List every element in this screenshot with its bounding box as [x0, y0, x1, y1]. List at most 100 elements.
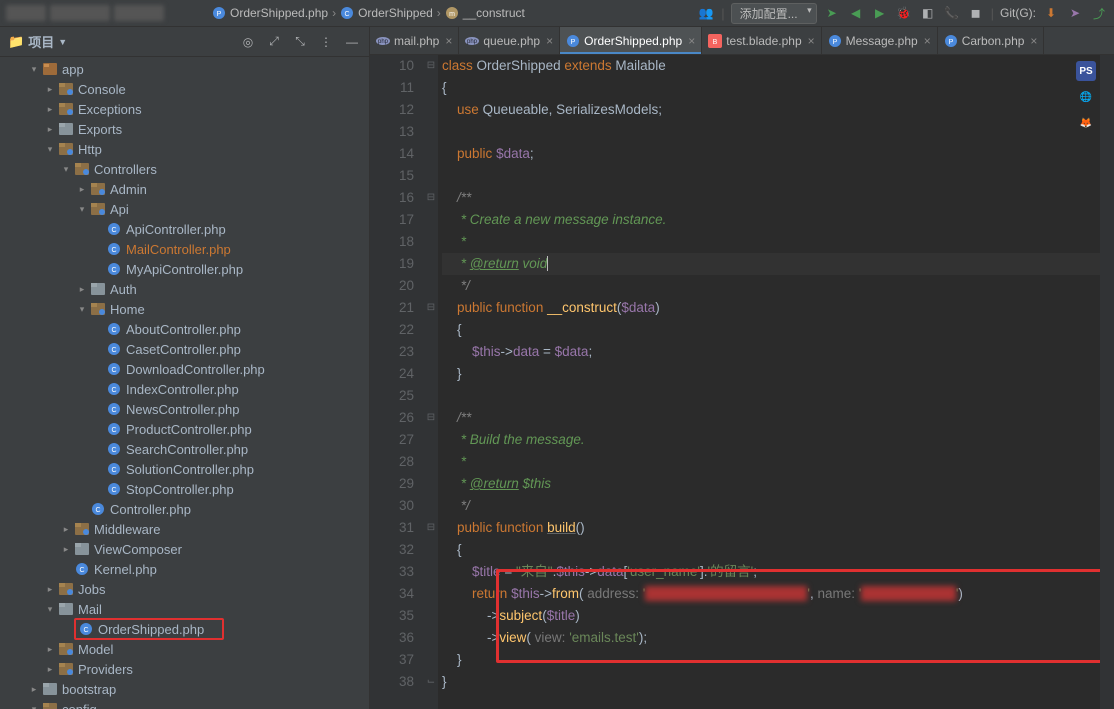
line-number[interactable]: 20	[370, 275, 414, 297]
sidebar-title[interactable]: 项目	[28, 32, 54, 51]
code-line[interactable]: class OrderShipped extends Mailable	[442, 55, 1114, 77]
tree-node[interactable]: ▾Mail	[0, 599, 369, 619]
code-line[interactable]: * Create a new message instance.	[442, 209, 1114, 231]
minimize-icon[interactable]: —	[343, 33, 361, 51]
code-line[interactable]: public function __construct($data)	[442, 297, 1114, 319]
breadcrumb-file[interactable]: OrderShipped.php	[230, 6, 328, 20]
tree-node[interactable]: CIndexController.php	[0, 379, 369, 399]
code-line[interactable]: * @return void	[442, 253, 1114, 275]
close-icon[interactable]: ×	[924, 34, 931, 48]
chevron-right-icon[interactable]: ▸	[42, 644, 58, 655]
code-line[interactable]: */	[442, 275, 1114, 297]
tree-node[interactable]: CController.php	[0, 499, 369, 519]
fold-mark[interactable]	[424, 583, 438, 605]
fold-mark[interactable]	[424, 561, 438, 583]
tree-node[interactable]: CStopController.php	[0, 479, 369, 499]
chevron-right-icon[interactable]: ▸	[74, 284, 90, 295]
chrome-icon[interactable]: 🌐	[1076, 87, 1096, 107]
git-label[interactable]: Git(G):	[1000, 6, 1036, 20]
chevron-right-icon[interactable]: ▸	[42, 104, 58, 115]
code-line[interactable]	[442, 385, 1114, 407]
code-area[interactable]: class OrderShipped extends Mailable{ use…	[438, 55, 1114, 709]
fold-mark[interactable]	[424, 649, 438, 671]
code-line[interactable]: {	[442, 77, 1114, 99]
tree-node[interactable]: CSearchController.php	[0, 439, 369, 459]
editor-body[interactable]: 1011121314151617181920212223242526272829…	[370, 55, 1114, 709]
code-line[interactable]: }	[442, 363, 1114, 385]
line-number[interactable]: 19	[370, 253, 414, 275]
tree-node[interactable]: ▸ViewComposer	[0, 539, 369, 559]
line-number[interactable]: 29	[370, 473, 414, 495]
line-number[interactable]: 27	[370, 429, 414, 451]
code-line[interactable]: */	[442, 495, 1114, 517]
fold-mark[interactable]	[424, 605, 438, 627]
fold-mark[interactable]	[424, 143, 438, 165]
close-icon[interactable]: ×	[546, 34, 553, 48]
fold-mark[interactable]	[424, 275, 438, 297]
code-line[interactable]: *	[442, 451, 1114, 473]
highlighted-file[interactable]: COrderShipped.php	[74, 618, 224, 640]
line-number[interactable]: 37	[370, 649, 414, 671]
tree-node[interactable]: ▾Home	[0, 299, 369, 319]
code-line[interactable]: {	[442, 539, 1114, 561]
tree-node[interactable]: CDownloadController.php	[0, 359, 369, 379]
git-push-icon[interactable]: ⤴	[1090, 4, 1108, 22]
git-update-icon[interactable]: ⬇	[1042, 4, 1060, 22]
firefox-icon[interactable]: 🦊	[1076, 113, 1096, 133]
line-number[interactable]: 17	[370, 209, 414, 231]
code-line[interactable]: use Queueable, SerializesModels;	[442, 99, 1114, 121]
line-number[interactable]: 31	[370, 517, 414, 539]
chevron-down-icon[interactable]: ▾	[26, 64, 42, 75]
chevron-down-icon[interactable]: ▼	[58, 37, 67, 47]
code-line[interactable]: ->view( view: 'emails.test');	[442, 627, 1114, 649]
fold-mark[interactable]: ⊟	[424, 407, 438, 429]
tree-node[interactable]: COrderShipped.php	[0, 619, 369, 639]
fold-mark[interactable]	[424, 209, 438, 231]
stop-icon[interactable]: 📞	[943, 4, 961, 22]
code-line[interactable]: }	[442, 649, 1114, 671]
chevron-down-icon[interactable]: ▾	[26, 704, 42, 709]
editor-tab[interactable]: phpqueue.php×	[459, 27, 560, 54]
tree-node[interactable]: CKernel.php	[0, 559, 369, 579]
error-stripe[interactable]	[1100, 55, 1114, 709]
tree-node[interactable]: ▸bootstrap	[0, 679, 369, 699]
line-number[interactable]: 23	[370, 341, 414, 363]
line-number[interactable]: 14	[370, 143, 414, 165]
chevron-right-icon[interactable]: ▸	[26, 684, 42, 695]
fold-mark[interactable]	[424, 363, 438, 385]
tree-node[interactable]: ▸Admin	[0, 179, 369, 199]
line-number[interactable]: 22	[370, 319, 414, 341]
tree-node[interactable]: ▾Http	[0, 139, 369, 159]
code-line[interactable]	[442, 165, 1114, 187]
code-line[interactable]: public function build()	[442, 517, 1114, 539]
tree-node[interactable]: ▾Controllers	[0, 159, 369, 179]
fold-mark[interactable]	[424, 99, 438, 121]
target-icon[interactable]: ◎	[239, 33, 257, 51]
chevron-down-icon[interactable]: ▾	[42, 144, 58, 155]
chevron-right-icon[interactable]: ▸	[58, 544, 74, 555]
users-icon[interactable]: 👥	[697, 4, 715, 22]
code-line[interactable]: ->subject($title)	[442, 605, 1114, 627]
close-icon[interactable]: ×	[688, 34, 695, 48]
chevron-down-icon[interactable]: ▾	[74, 304, 90, 315]
run-forward-icon[interactable]: ➤	[823, 4, 841, 22]
fold-mark[interactable]: ⌙	[424, 671, 438, 693]
code-line[interactable]: *	[442, 231, 1114, 253]
tree-node[interactable]: ▸Auth	[0, 279, 369, 299]
code-line[interactable]: public $data;	[442, 143, 1114, 165]
chevron-right-icon[interactable]: ▸	[42, 664, 58, 675]
close-icon[interactable]: ×	[808, 34, 815, 48]
phpstorm-badge-icon[interactable]: PS	[1076, 61, 1096, 81]
line-number[interactable]: 13	[370, 121, 414, 143]
tree-node[interactable]: ▾app	[0, 59, 369, 79]
code-line[interactable]	[442, 121, 1114, 143]
fold-mark[interactable]	[424, 429, 438, 451]
editor-tab[interactable]: POrderShipped.php×	[560, 27, 702, 54]
chevron-down-icon[interactable]: ▾	[42, 604, 58, 615]
tree-node[interactable]: ▸Model	[0, 639, 369, 659]
tree-node[interactable]: CAboutController.php	[0, 319, 369, 339]
tree-node[interactable]: ▸Console	[0, 79, 369, 99]
stop-square-icon[interactable]: ◼	[967, 4, 985, 22]
chevron-down-icon[interactable]: ▾	[74, 204, 90, 215]
line-number[interactable]: 16	[370, 187, 414, 209]
